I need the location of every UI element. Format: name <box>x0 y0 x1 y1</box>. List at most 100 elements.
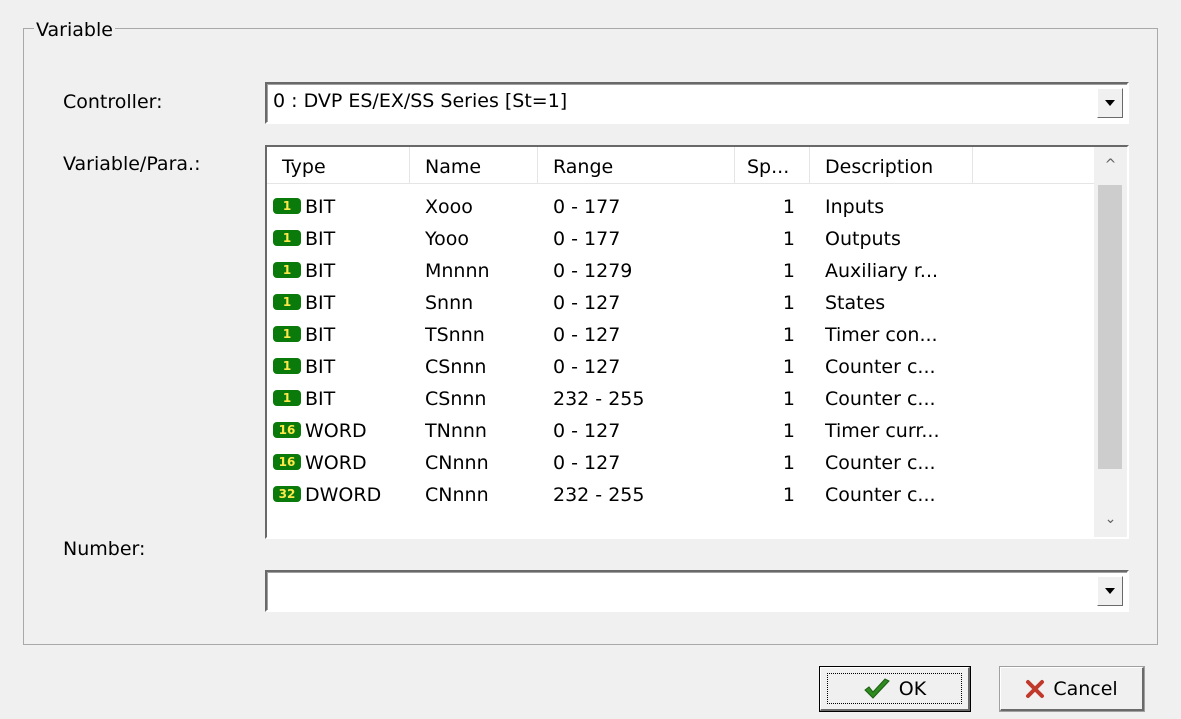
cell-type: 1 BIT <box>273 287 410 319</box>
cell-range: 0 - 177 <box>553 228 621 250</box>
cell-desc: Counter c... <box>825 484 936 506</box>
datatype-badge-icon: 32 <box>273 485 301 502</box>
datatype-badge-icon: 16 <box>273 421 301 438</box>
cell-desc: Auxiliary r... <box>825 260 939 282</box>
cell-type: 1 BIT <box>273 191 410 223</box>
cell-sp: 1 <box>782 292 795 314</box>
number-label: Number: <box>63 538 146 560</box>
chevron-down-icon <box>1105 588 1115 594</box>
cancel-button[interactable]: Cancel <box>999 666 1145 712</box>
list-item[interactable]: 16 WORD CNnnn 0 - 127 1 Counter c... <box>267 447 1095 479</box>
cancel-button-label: Cancel <box>1053 677 1118 700</box>
cell-name: TNnnn <box>425 420 487 442</box>
cell-range: 232 - 255 <box>553 388 645 410</box>
scroll-up-icon[interactable]: ^ <box>1094 147 1127 183</box>
cell-range: 232 - 255 <box>553 484 645 506</box>
cell-name: CNnnn <box>425 484 489 506</box>
list-item[interactable]: 1 BIT TSnnn 0 - 127 1 Timer con... <box>267 319 1095 351</box>
scrollbar-thumb[interactable] <box>1098 185 1122 469</box>
list-item[interactable]: 1 BIT CSnnn 0 - 127 1 Counter c... <box>267 351 1095 383</box>
cell-type: 32 DWORD <box>273 479 410 511</box>
list-header: Type Name Range Sp... Description <box>267 147 1095 184</box>
column-header-type[interactable]: Type <box>267 147 410 183</box>
list-item[interactable]: 1 BIT CSnnn 232 - 255 1 Counter c... <box>267 383 1095 415</box>
cell-sp: 1 <box>782 356 795 378</box>
list-item[interactable]: 16 WORD TNnnn 0 - 127 1 Timer curr... <box>267 415 1095 447</box>
cell-type: 16 WORD <box>273 415 410 447</box>
cell-desc: Inputs <box>825 196 885 218</box>
cell-type: 16 WORD <box>273 447 410 479</box>
list-item[interactable]: 1 BIT Xooo 0 - 177 1 Inputs <box>267 191 1095 223</box>
list-item[interactable]: 32 DWORD CNnnn 232 - 255 1 Counter c... <box>267 479 1095 511</box>
type-text: DWORD <box>305 484 382 506</box>
cell-sp: 1 <box>782 324 795 346</box>
x-icon <box>1026 679 1045 698</box>
cell-sp: 1 <box>782 484 795 506</box>
column-header-description[interactable]: Description <box>810 147 973 183</box>
cell-desc: Counter c... <box>825 388 936 410</box>
cell-type: 1 BIT <box>273 383 410 415</box>
cell-name: Xooo <box>425 196 473 218</box>
cell-name: TSnnn <box>425 324 485 346</box>
cell-name: CSnnn <box>425 356 487 378</box>
type-text: WORD <box>305 420 367 442</box>
cell-name: Snnn <box>425 292 474 314</box>
variable-label: Variable/Para.: <box>63 153 201 175</box>
type-text: BIT <box>305 228 336 250</box>
type-text: BIT <box>305 324 336 346</box>
type-text: BIT <box>305 196 336 218</box>
cell-type: 1 BIT <box>273 255 410 287</box>
cell-range: 0 - 127 <box>553 452 621 474</box>
cell-sp: 1 <box>782 196 795 218</box>
focus-rectangle <box>827 673 962 704</box>
cell-sp: 1 <box>782 452 795 474</box>
type-text: BIT <box>305 388 336 410</box>
list-rows: 1 BIT Xooo 0 - 177 1 Inputs 1 BIT Yooo 0 - 177 1 Ou… <box>267 191 1095 511</box>
cell-desc: Timer con... <box>825 324 938 346</box>
list-item[interactable]: 1 BIT Snnn 0 - 127 1 States <box>267 287 1095 319</box>
type-text: WORD <box>305 452 367 474</box>
controller-dropdown-button[interactable] <box>1097 88 1123 118</box>
datatype-badge-icon: 1 <box>273 293 301 310</box>
datatype-badge-icon: 1 <box>273 229 301 246</box>
variable-list[interactable]: Type Name Range Sp... Description 1 BIT Xo… <box>265 145 1129 539</box>
cell-name: CNnnn <box>425 452 489 474</box>
cell-sp: 1 <box>782 388 795 410</box>
cell-range: 0 - 1279 <box>553 260 633 282</box>
cell-type: 1 BIT <box>273 351 410 383</box>
cell-name: Mnnnn <box>425 260 490 282</box>
cell-desc: Counter c... <box>825 452 936 474</box>
cell-type: 1 BIT <box>273 319 410 351</box>
column-header-name[interactable]: Name <box>410 147 538 183</box>
datatype-badge-icon: 1 <box>273 357 301 374</box>
datatype-badge-icon: 16 <box>273 453 301 470</box>
cell-range: 0 - 127 <box>553 356 621 378</box>
column-header-sp[interactable]: Sp... <box>735 147 810 183</box>
datatype-badge-icon: 1 <box>273 261 301 278</box>
cell-desc: Timer curr... <box>825 420 940 442</box>
vertical-scrollbar[interactable]: ^ ⌄ <box>1094 147 1127 537</box>
cell-range: 0 - 127 <box>553 420 621 442</box>
cell-desc: States <box>825 292 886 314</box>
number-select[interactable] <box>265 570 1129 612</box>
type-text: BIT <box>305 292 336 314</box>
datatype-badge-icon: 1 <box>273 389 301 406</box>
list-item[interactable]: 1 BIT Mnnnn 0 - 1279 1 Auxiliary r... <box>267 255 1095 287</box>
controller-select[interactable]: 0 : DVP ES/EX/SS Series [St=1] <box>265 82 1129 124</box>
column-header-range[interactable]: Range <box>538 147 735 183</box>
scroll-down-icon[interactable]: ⌄ <box>1094 501 1127 537</box>
controller-label: Controller: <box>63 91 163 113</box>
number-dropdown-button[interactable] <box>1097 576 1123 606</box>
cell-desc: Outputs <box>825 228 901 250</box>
cell-name: Yooo <box>425 228 469 250</box>
cell-sp: 1 <box>782 228 795 250</box>
list-item[interactable]: 1 BIT Yooo 0 - 177 1 Outputs <box>267 223 1095 255</box>
ok-button[interactable]: OK <box>819 666 971 712</box>
cell-range: 0 - 177 <box>553 196 621 218</box>
type-text: BIT <box>305 260 336 282</box>
cell-range: 0 - 127 <box>553 292 621 314</box>
cell-type: 1 BIT <box>273 223 410 255</box>
controller-value: 0 : DVP ES/EX/SS Series [St=1] <box>273 90 568 112</box>
type-text: BIT <box>305 356 336 378</box>
datatype-badge-icon: 1 <box>273 325 301 342</box>
